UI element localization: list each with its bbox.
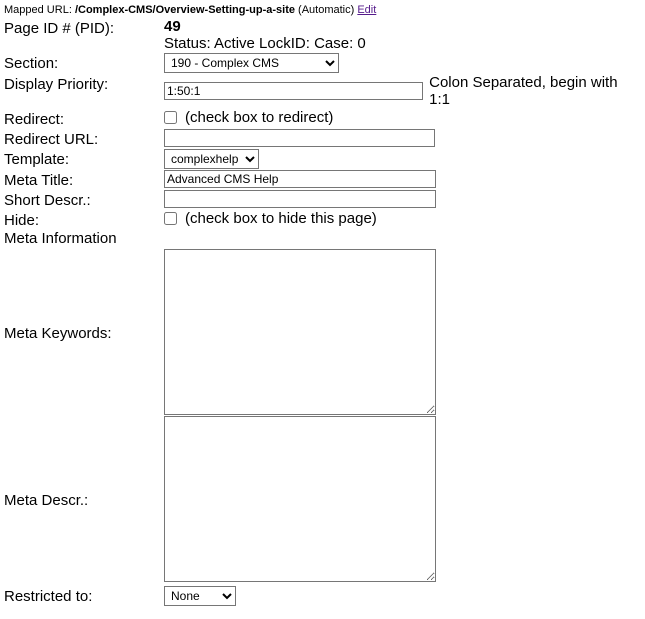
display-priority-label: Display Priority: xyxy=(4,74,164,93)
short-descr-label: Short Descr.: xyxy=(4,190,164,209)
meta-descr-row: Meta Descr.: xyxy=(4,416,641,582)
section-row: Section: 190 - Complex CMS xyxy=(4,53,641,73)
meta-title-row: Meta Title: xyxy=(4,170,641,189)
redirect-url-label: Redirect URL: xyxy=(4,129,164,148)
template-select[interactable]: complexhelp xyxy=(164,149,259,169)
mapped-url-suffix: (Automatic) xyxy=(295,4,357,16)
hide-hint: (check box to hide this page) xyxy=(185,210,377,227)
pid-label: Page ID # (PID): xyxy=(4,18,164,37)
template-row: Template: complexhelp xyxy=(4,149,641,169)
redirect-url-row: Redirect URL: xyxy=(4,129,641,148)
meta-descr-textarea[interactable] xyxy=(164,416,436,582)
hide-label: Hide: xyxy=(4,210,164,229)
template-label: Template: xyxy=(4,149,164,168)
redirect-hint: (check box to redirect) xyxy=(185,109,333,126)
hide-checkbox[interactable] xyxy=(164,212,177,225)
redirect-label: Redirect: xyxy=(4,109,164,128)
display-priority-hint: Colon Separated, begin with 1:1 xyxy=(429,74,641,108)
status-line: Status: Active LockID: Case: 0 xyxy=(164,35,641,52)
short-descr-input[interactable] xyxy=(164,190,436,208)
short-descr-row: Short Descr.: xyxy=(4,190,641,209)
mapped-url-path: /Complex-CMS/Overview-Setting-up-a-site xyxy=(75,4,295,16)
mapped-url-line: Mapped URL: /Complex-CMS/Overview-Settin… xyxy=(4,4,641,16)
meta-keywords-textarea[interactable] xyxy=(164,249,436,415)
mapped-url-label: Mapped URL: xyxy=(4,4,75,16)
hide-row: Hide: (check box to hide this page) xyxy=(4,210,641,229)
meta-keywords-label: Meta Keywords: xyxy=(4,323,164,342)
restricted-to-select[interactable]: None xyxy=(164,586,236,606)
redirect-url-input[interactable] xyxy=(164,129,435,147)
restricted-to-row: Restricted to: None xyxy=(4,586,641,606)
redirect-row: Redirect: (check box to redirect) xyxy=(4,109,641,128)
meta-keywords-row: Meta Keywords: xyxy=(4,249,641,415)
display-priority-input[interactable] xyxy=(164,82,423,100)
meta-title-input[interactable] xyxy=(164,170,436,188)
edit-link[interactable]: Edit xyxy=(357,4,376,16)
display-priority-row: Display Priority: Colon Separated, begin… xyxy=(4,74,641,108)
meta-info-heading: Meta Information xyxy=(4,230,641,247)
meta-descr-label: Meta Descr.: xyxy=(4,490,164,509)
section-select[interactable]: 190 - Complex CMS xyxy=(164,53,339,73)
pid-row: Page ID # (PID): 49 Status: Active LockI… xyxy=(4,18,641,52)
section-label: Section: xyxy=(4,53,164,72)
pid-value: 49 xyxy=(164,18,641,35)
meta-title-label: Meta Title: xyxy=(4,170,164,189)
redirect-checkbox[interactable] xyxy=(164,111,177,124)
restricted-to-label: Restricted to: xyxy=(4,586,164,605)
